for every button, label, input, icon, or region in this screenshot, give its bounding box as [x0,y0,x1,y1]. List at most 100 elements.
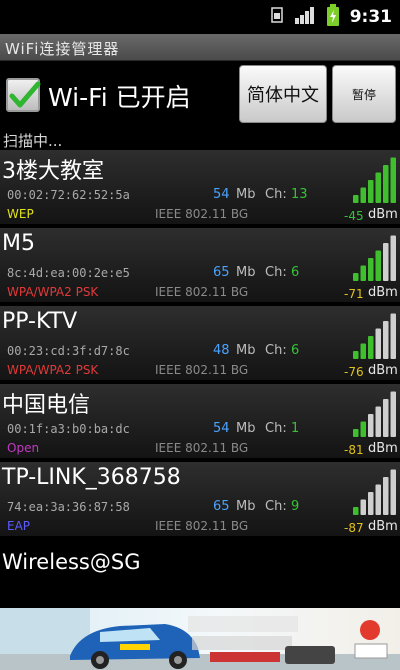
network-channel-label: Ch: [265,421,287,436]
signal-bar [368,492,374,515]
network-link-rate: 65 [213,265,230,280]
signal-bar [353,273,359,281]
signal-bar [383,243,389,281]
signal-strength-icon [294,6,316,28]
signal-bar [383,165,389,203]
network-bssid: 74:ea:3a:36:87:58 [7,500,130,514]
signal-bar [390,469,396,515]
network-security: EAP [7,519,31,533]
signal-bar [360,343,366,359]
network-signal-unit: dBm [368,285,398,300]
network-ssid: PP-KTV [2,309,78,334]
status-bar: 9:31 [0,0,400,34]
signal-bar [353,429,359,437]
battery-charging-icon [326,4,340,30]
network-ssid: 中国电信 [2,393,91,418]
network-row[interactable]: TP-LINK_368758 74:ea:3a:36:87:58 65 Mb Ch: 9 E… [0,462,400,538]
checkmark-icon [9,81,41,108]
signal-bar [368,414,374,437]
network-standard: IEEE 802.11 BG [155,363,249,377]
signal-bar [390,391,396,437]
wifi-signal-bars-icon [353,157,396,203]
ad-banner-graphic [0,608,400,670]
signal-bar [353,195,359,203]
wifi-signal-bars-icon [353,313,396,359]
clock: 9:31 [349,7,392,27]
signal-bar [375,328,381,359]
network-bssid: 00:02:72:62:52:5a [7,188,130,202]
network-link-rate: 54 [213,187,230,202]
network-channel: 1 [291,421,300,436]
network-channel: 6 [291,343,300,358]
network-link-rate-unit: Mb [236,421,256,436]
scan-status-text: 扫描中... [3,132,63,150]
network-signal-strength: -81 [344,443,364,457]
network-channel-label: Ch: [265,187,287,202]
network-row-partial-ssid[interactable]: Wireless@SG [2,550,140,574]
app-title: WiFi连接管理器 [5,40,120,58]
network-signal-unit: dBm [368,207,398,222]
network-signal-unit: dBm [368,363,398,378]
network-link-rate: 54 [213,421,230,436]
network-link-rate: 65 [213,499,230,514]
signal-bar [368,180,374,203]
wifi-toggle-checkbox[interactable] [6,78,41,112]
network-row[interactable]: M5 8c:4d:ea:00:2e:e5 65 Mb Ch: 6 WPA/WPA2 PSK I… [0,228,400,304]
signal-bar [383,477,389,515]
signal-bar [390,313,396,359]
network-channel: 9 [291,499,300,514]
wifi-signal-bars-icon [353,469,396,515]
network-channel-label: Ch: [265,343,287,358]
signal-bar [390,157,396,203]
signal-bar [375,250,381,281]
network-signal-unit: dBm [368,519,398,534]
network-signal-strength: -87 [344,521,364,535]
network-standard: IEEE 802.11 BG [155,441,249,455]
wifi-signal-bars-icon [353,235,396,281]
network-channel-label: Ch: [265,499,287,514]
network-link-rate-unit: Mb [236,187,256,202]
network-bssid: 00:23:cd:3f:d7:8c [7,344,130,358]
wifi-signal-bars-icon [353,391,396,437]
network-row[interactable]: PP-KTV 00:23:cd:3f:d7:8c 48 Mb Ch: 6 WPA/WPA2 … [0,306,400,382]
network-channel: 13 [291,187,308,202]
network-row[interactable]: 中国电信 00:1f:a3:b0:ba:dc 54 Mb Ch: 1 Open IEEE 80… [0,384,400,460]
brand-logo-icon [354,620,388,659]
signal-bar [360,187,366,203]
wifi-toggle-label[interactable]: Wi-Fi 已开启 [48,78,191,114]
network-signal-strength: -76 [344,365,364,379]
pause-button[interactable]: 暂停 [332,65,396,123]
control-row: Wi-Fi 已开启 简体中文 暂停 [0,61,400,129]
network-link-rate-unit: Mb [236,499,256,514]
signal-bar [375,484,381,515]
network-standard: IEEE 802.11 BG [155,285,249,299]
network-link-rate-unit: Mb [236,265,256,280]
network-link-rate-unit: Mb [236,343,256,358]
network-signal-strength: -45 [344,209,364,223]
network-standard: IEEE 802.11 BG [155,207,249,221]
network-security: WEP [7,207,34,221]
signal-bar [360,265,366,281]
app-title-bar: WiFi连接管理器 [0,34,400,61]
signal-bar [368,258,374,281]
network-security: WPA/WPA2 PSK [7,285,99,299]
language-button[interactable]: 简体中文 [239,65,327,123]
network-ssid: 3楼大教室 [2,159,104,184]
signal-bar [360,499,366,515]
signal-bar [383,399,389,437]
network-bssid: 8c:4d:ea:00:2e:e5 [7,266,130,280]
sim-card-icon [270,7,284,27]
network-signal-strength: -71 [344,287,364,301]
signal-bar [360,421,366,437]
network-channel: 6 [291,265,300,280]
ad-banner[interactable] [0,608,400,670]
signal-bar [353,351,359,359]
network-ssid: M5 [2,231,35,256]
signal-bar [368,336,374,359]
network-row[interactable]: 3楼大教室 00:02:72:62:52:5a 54 Mb Ch: 13 WEP IEEE 8… [0,150,400,226]
network-bssid: 00:1f:a3:b0:ba:dc [7,422,130,436]
network-link-rate: 48 [213,343,230,358]
network-security: WPA/WPA2 PSK [7,363,99,377]
signal-bar [383,321,389,359]
network-standard: IEEE 802.11 BG [155,519,249,533]
